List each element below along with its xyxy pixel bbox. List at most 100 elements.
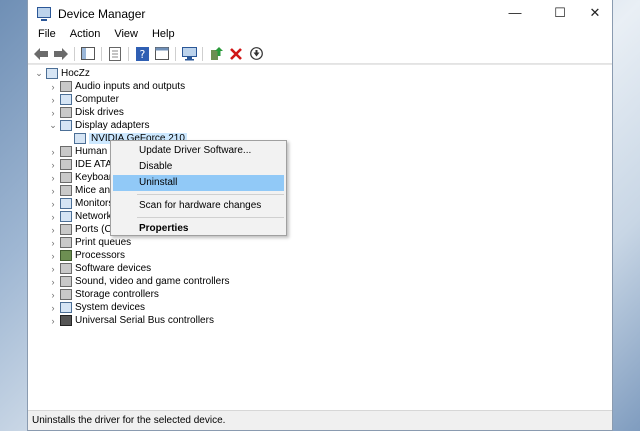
monitor-icon (60, 198, 72, 209)
collapsed-chevron-icon[interactable]: › (48, 301, 58, 314)
collapsed-chevron-icon[interactable]: › (48, 93, 58, 106)
tree-item-display-adapters[interactable]: ⌄ Display adapters (48, 119, 149, 132)
collapsed-chevron-icon[interactable]: › (48, 249, 58, 262)
close-button[interactable]: ✕ (578, 0, 612, 26)
window-title: Device Manager (58, 7, 146, 21)
printer-icon (60, 237, 72, 248)
forward-arrow-icon (54, 47, 68, 60)
display-adapter-icon (60, 120, 72, 131)
title-bar[interactable]: Device Manager — ☐ ✕ (28, 0, 612, 26)
tree-item-computer[interactable]: › Computer (48, 93, 119, 106)
uninstall-menu-item[interactable]: Uninstall (113, 175, 284, 191)
tree-item-ports[interactable]: › Ports (CO (48, 223, 119, 236)
collapsed-chevron-icon[interactable]: › (48, 236, 58, 249)
menu-view[interactable]: View (107, 26, 145, 44)
menu-file[interactable]: File (31, 26, 63, 44)
tree-item-audio[interactable]: › Audio inputs and outputs (48, 80, 185, 93)
scan-hardware-menu-item[interactable]: Scan for hardware changes (113, 198, 284, 214)
keyboard-icon (60, 172, 72, 183)
view-toolbar-button[interactable] (153, 45, 171, 63)
show-hide-tree-button[interactable] (79, 45, 97, 63)
tree-item-disk-drives[interactable]: › Disk drives (48, 106, 124, 119)
tree-item-label: Print queues (75, 237, 132, 248)
collapsed-chevron-icon[interactable]: › (48, 80, 58, 93)
collapsed-chevron-icon[interactable]: › (48, 262, 58, 275)
disable-down-arrow-icon (249, 47, 263, 60)
properties-toolbar-button[interactable] (106, 45, 124, 63)
tree-item-label: Monitors (75, 198, 114, 209)
mouse-icon (60, 185, 72, 196)
ide-icon (60, 159, 72, 170)
tree-item-mice[interactable]: › Mice and (48, 184, 116, 197)
properties-sheet-icon (109, 46, 121, 61)
tree-item-system-devices[interactable]: › System devices (48, 301, 145, 314)
collapsed-chevron-icon[interactable]: › (48, 210, 58, 223)
hid-icon (60, 146, 72, 157)
tree-item-ide[interactable]: › IDE ATA/ (48, 158, 115, 171)
collapsed-chevron-icon[interactable]: › (48, 145, 58, 158)
update-driver-button[interactable] (207, 45, 225, 63)
collapsed-chevron-icon[interactable]: › (48, 158, 58, 171)
monitor-icon (74, 133, 86, 144)
collapsed-chevron-icon[interactable]: › (48, 223, 58, 236)
disable-device-button[interactable] (247, 45, 265, 63)
tree-item-storage[interactable]: › Storage controllers (48, 288, 159, 301)
menu-separator (137, 194, 284, 195)
tree-item-label: Keyboar (75, 172, 113, 183)
system-device-icon (60, 302, 72, 313)
sound-icon (60, 276, 72, 287)
collapsed-chevron-icon[interactable]: › (48, 314, 58, 327)
back-button[interactable] (32, 45, 50, 63)
tree-item-label: Audio inputs and outputs (75, 81, 186, 92)
tree-item-keyboards[interactable]: › Keyboar (48, 171, 112, 184)
help-toolbar-button[interactable]: ? (133, 45, 151, 63)
tree-item-usb[interactable]: › Universal Serial Bus controllers (48, 314, 214, 327)
toolbar-separator (175, 46, 176, 61)
tree-item-monitors[interactable]: › Monitors (48, 197, 113, 210)
tree-item-label: Disk drives (75, 107, 124, 118)
forward-button[interactable] (52, 45, 70, 63)
tree-item-sound[interactable]: › Sound, video and game controllers (48, 275, 230, 288)
tree-item-network[interactable]: › Network (48, 210, 112, 223)
menu-action[interactable]: Action (63, 26, 108, 44)
tree-root[interactable]: ⌄ HocZz (34, 67, 90, 80)
properties-menu-item[interactable]: Properties (113, 221, 284, 237)
disable-menu-item[interactable]: Disable (113, 159, 284, 175)
port-icon (60, 224, 72, 235)
tree-item-human-interface[interactable]: › Human I (48, 145, 113, 158)
context-menu: Update Driver Software... Disable Uninst… (110, 140, 287, 236)
collapsed-chevron-icon[interactable]: › (48, 275, 58, 288)
tree-item-label: Processors (75, 250, 126, 261)
toolbar-separator (128, 46, 129, 61)
expanded-chevron-icon[interactable]: ⌄ (48, 119, 58, 132)
expanded-chevron-icon[interactable]: ⌄ (34, 67, 44, 80)
maximize-button[interactable]: ☐ (543, 0, 577, 26)
tree-item-label: System devices (75, 302, 146, 313)
device-tree-panel: ⌄ HocZz › Audio inputs and outputs › Com… (28, 64, 612, 410)
minimize-button[interactable]: — (498, 0, 532, 26)
collapsed-chevron-icon[interactable]: › (48, 106, 58, 119)
toolbar-separator (74, 46, 75, 61)
disk-drive-icon (60, 107, 72, 118)
collapsed-chevron-icon[interactable]: › (48, 184, 58, 197)
toolbar: ? (28, 44, 612, 64)
network-icon (60, 211, 72, 222)
tree-item-label: IDE ATA/ (75, 159, 115, 170)
tree-item-print-queues[interactable]: › Print queues (48, 236, 131, 249)
speaker-icon (60, 81, 72, 92)
collapsed-chevron-icon[interactable]: › (48, 171, 58, 184)
software-device-icon (60, 263, 72, 274)
menu-separator (137, 217, 284, 218)
device-manager-icon (37, 7, 51, 21)
collapsed-chevron-icon[interactable]: › (48, 288, 58, 301)
update-driver-menu-item[interactable]: Update Driver Software... (113, 143, 284, 159)
scan-hardware-button[interactable] (180, 45, 198, 63)
svg-text:?: ? (139, 48, 145, 61)
tree-item-processors[interactable]: › Processors (48, 249, 125, 262)
menu-help[interactable]: Help (145, 26, 182, 44)
tree-item-software-devices[interactable]: › Software devices (48, 262, 151, 275)
uninstall-device-button[interactable] (227, 45, 245, 63)
collapsed-chevron-icon[interactable]: › (48, 197, 58, 210)
tree-item-label: Storage controllers (75, 289, 159, 300)
